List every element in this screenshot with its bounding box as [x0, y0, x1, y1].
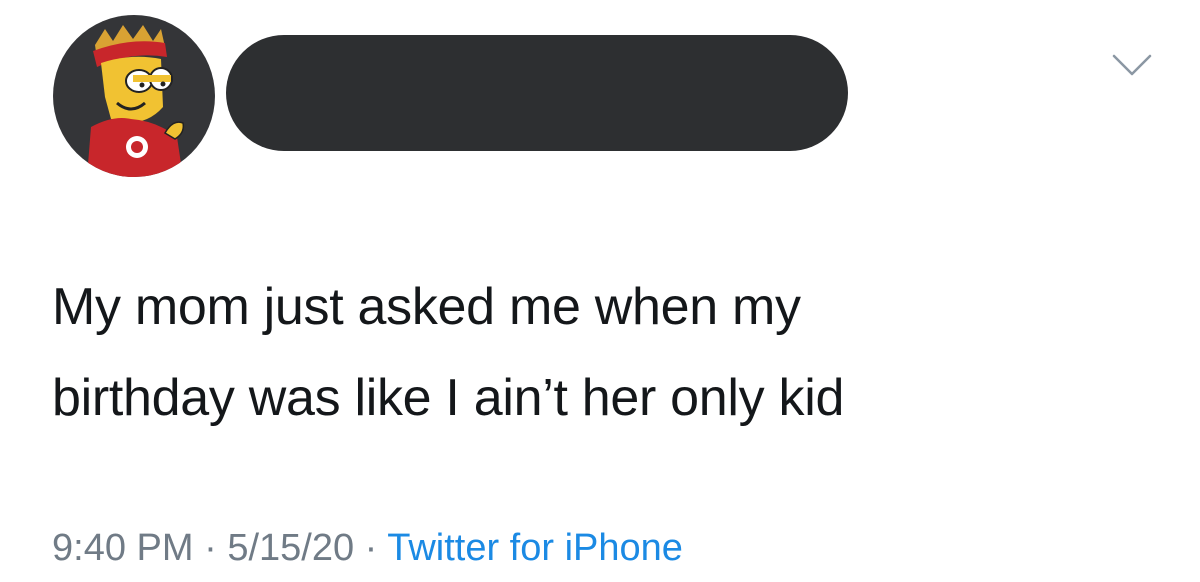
tweet-text-line: My mom just asked me when my	[52, 278, 801, 336]
tweet-time[interactable]: 9:40 PM	[52, 527, 194, 569]
chevron-down-icon[interactable]	[1110, 52, 1154, 78]
tweet-text: My mom just asked me when my birthday wa…	[52, 262, 1172, 444]
tweet-text-line: birthday was like I ain’t her only kid	[52, 369, 845, 427]
tweet-source-link[interactable]: Twitter for iPhone	[387, 527, 683, 569]
tweet-meta: 9:40 PM · 5/15/20 · Twitter for iPhone	[52, 518, 683, 578]
username-redaction	[226, 35, 848, 151]
avatar-illustration	[87, 25, 185, 177]
meta-separator: ·	[204, 527, 217, 569]
avatar[interactable]	[53, 15, 215, 177]
meta-separator: ·	[364, 527, 378, 569]
tweet-date[interactable]: 5/15/20	[227, 527, 354, 569]
